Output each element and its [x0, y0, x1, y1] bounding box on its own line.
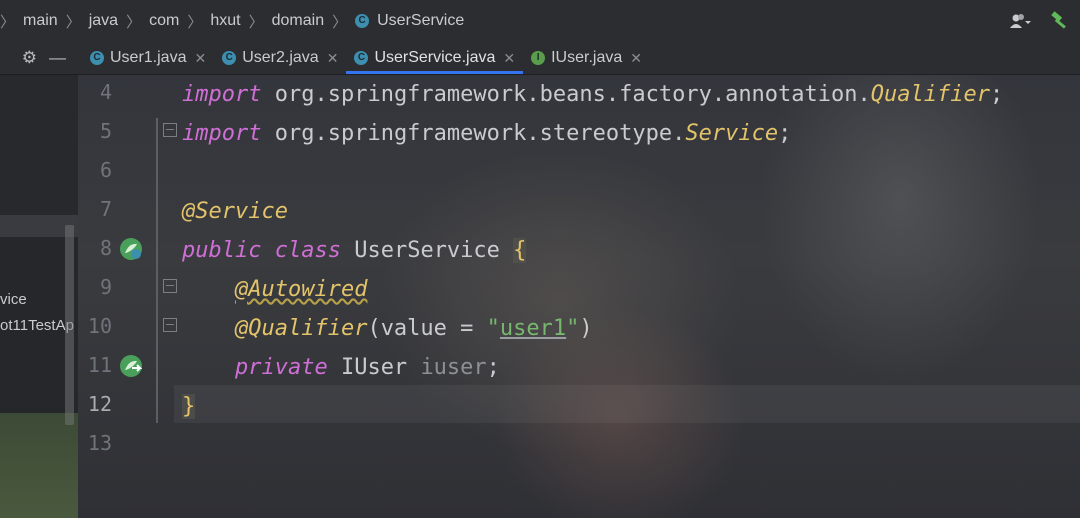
param-name: value [380, 316, 447, 341]
keyword: class [274, 238, 341, 263]
keyword: import [182, 82, 262, 107]
code-editor[interactable]: import org.springframework.beans.factory… [182, 75, 1080, 518]
package-path: org.springframework.beans.factory.annota… [274, 82, 871, 107]
tab-label: UserService.java [374, 49, 496, 66]
minimize-icon[interactable]: — [49, 48, 66, 68]
navigate-autowired-icon[interactable] [120, 355, 142, 377]
chevron-right-icon: 〉 [248, 13, 264, 31]
class-name: UserService [354, 238, 500, 263]
fold-marker-icon[interactable] [163, 123, 177, 137]
class-icon: C [90, 51, 104, 65]
package-path: org.springframework.stereotype. [274, 121, 686, 146]
semicolon: ; [486, 355, 500, 380]
annotation: @Qualifier [234, 316, 368, 341]
semicolon: ; [778, 121, 792, 146]
paren: ( [367, 316, 381, 341]
chevron-right-icon: 〉 [126, 13, 142, 31]
breadcrumb-item[interactable]: com [149, 12, 179, 30]
line-number: 13 [87, 431, 112, 455]
close-icon[interactable]: ✕ [194, 50, 206, 67]
editor-tab-bar: ⚙ — C User1.java ✕ C User2.java ✕ C User… [0, 42, 1080, 75]
chevron-right-icon: 〉 [65, 13, 81, 31]
close-icon[interactable]: ✕ [327, 50, 339, 67]
code-line-11: private IUser iuser; [182, 353, 500, 383]
code-line-5: import org.springframework.stereotype.Se… [182, 119, 791, 149]
indent-guide [156, 118, 158, 423]
tab-iuser[interactable]: I IUser.java ✕ [523, 42, 650, 74]
line-number: 4 [99, 80, 112, 104]
breadcrumb: 〉 main 〉 java 〉 com 〉 hxut 〉 domain 〉 C … [0, 0, 1080, 42]
annotation: @Service [182, 199, 288, 224]
string-quote: " [566, 316, 580, 341]
tab-label: User1.java [110, 49, 187, 66]
gear-icon[interactable]: ⚙ [22, 48, 37, 68]
tab-user2[interactable]: C User2.java ✕ [214, 42, 346, 74]
line-number: 9 [99, 275, 112, 299]
interface-icon: I [531, 51, 546, 65]
breadcrumb-item[interactable]: main [23, 12, 58, 30]
fold-marker-icon[interactable] [163, 279, 177, 293]
code-line-9: @Autowired [182, 275, 367, 305]
line-number: 12 [87, 392, 112, 416]
toolbar-right [1004, 0, 1080, 42]
breadcrumb-item[interactable]: domain [272, 12, 324, 30]
equals: = [446, 316, 487, 341]
imported-class: Service [685, 121, 779, 146]
code-line-10: @Qualifier(value = "user1") [182, 314, 593, 344]
line-number: 7 [99, 197, 112, 221]
line-number: 10 [87, 314, 112, 338]
code-line-7: @Service [182, 197, 288, 227]
close-brace: } [182, 394, 196, 419]
spring-bean-icon[interactable] [120, 238, 142, 260]
string-value: user1 [499, 316, 567, 341]
open-brace: { [513, 238, 527, 263]
code-line-8: public class UserService { [182, 236, 527, 266]
project-panel-area [0, 75, 78, 215]
tab-label: User2.java [242, 49, 319, 66]
hammer-icon[interactable] [1044, 8, 1076, 34]
annotation: @Autowired [234, 277, 368, 302]
line-number: 5 [99, 119, 112, 143]
project-panel-tools: ⚙ — [0, 42, 78, 74]
breadcrumb-item[interactable]: java [89, 12, 118, 30]
type-name: IUser [340, 355, 408, 380]
string-quote: " [486, 316, 500, 341]
class-icon: C [354, 51, 369, 65]
tab-userservice[interactable]: C UserService.java ✕ [346, 42, 523, 74]
line-number: 6 [99, 158, 112, 182]
user-icon[interactable] [1004, 8, 1038, 34]
keyword: private [234, 355, 328, 380]
tab-user1[interactable]: C User1.java ✕ [82, 42, 214, 74]
line-number: 11 [87, 353, 112, 377]
project-panel-background [0, 413, 78, 518]
breadcrumb-current-class[interactable]: C UserService [355, 12, 464, 30]
breadcrumb-class-label: UserService [377, 12, 465, 29]
paren: ) [579, 316, 593, 341]
class-icon: C [355, 14, 370, 28]
class-icon: C [222, 51, 237, 65]
chevron-right-icon: 〉 [187, 13, 203, 31]
tabs: C User1.java ✕ C User2.java ✕ C UserServ… [82, 42, 650, 74]
tab-label: IUser.java [551, 49, 623, 66]
project-panel-scrollbar[interactable] [65, 225, 74, 425]
breadcrumb-item[interactable]: hxut [210, 12, 240, 30]
close-icon[interactable]: ✕ [503, 50, 515, 67]
semicolon: ; [989, 82, 1004, 107]
code-line-12: } [182, 392, 196, 422]
keyword: public [182, 238, 262, 263]
project-panel: vice ot11TestAp [0, 75, 78, 518]
line-number: 8 [99, 236, 112, 260]
chevron-right-icon: 〉 [332, 13, 348, 31]
imported-class: Qualifier [870, 82, 990, 107]
keyword: import [182, 121, 262, 146]
fold-marker-icon[interactable] [163, 318, 177, 332]
editor-gutter: 4 5 6 7 8 9 10 11 12 13 [78, 75, 177, 518]
code-line-4: import org.springframework.beans.factory… [182, 80, 1003, 110]
field-name: iuser [420, 355, 487, 380]
chevron-right-icon: 〉 [0, 13, 16, 31]
close-icon[interactable]: ✕ [630, 50, 642, 67]
